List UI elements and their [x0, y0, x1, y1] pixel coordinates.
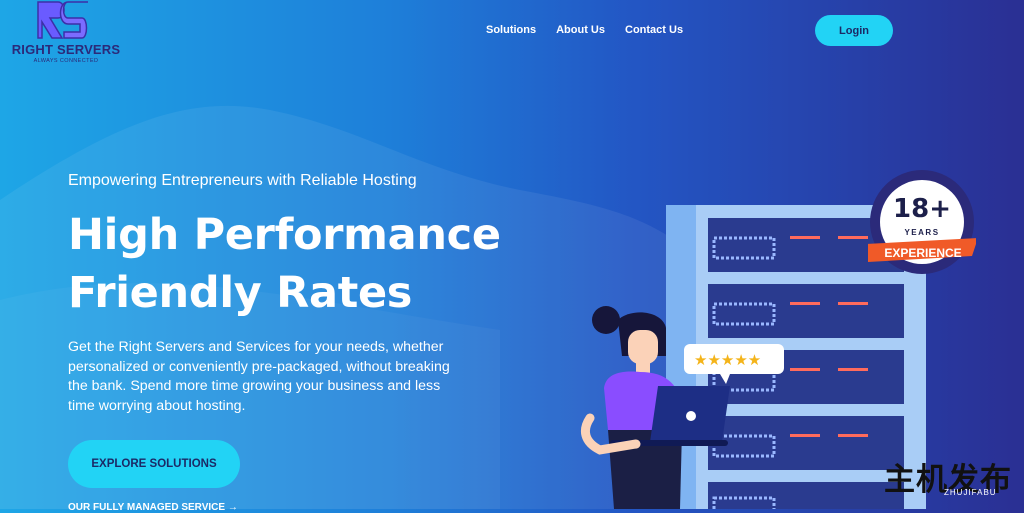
nav-item-contact-us[interactable]: Contact Us — [625, 24, 683, 36]
hero-description: Get the Right Servers and Services for y… — [68, 339, 450, 414]
managed-service-link[interactable]: OUR FULLY MANAGED SERVICE → — [68, 502, 238, 513]
badge-years-number: 18+ — [893, 194, 951, 224]
badge-ribbon-text: EXPERIENCE — [884, 246, 962, 260]
brand-name: RIGHT SERVERS — [11, 42, 121, 57]
explore-solutions-button[interactable]: EXPLORE SOLUTIONS — [68, 440, 240, 488]
main-nav: Solutions About Us Contact Us — [486, 24, 683, 36]
rs-logo-icon — [37, 1, 88, 39]
brand-tagline: ALWAYS CONNECTED — [33, 58, 99, 64]
login-button[interactable]: Login — [815, 15, 893, 46]
hero-title-line-2: Friendly Rates — [68, 268, 413, 318]
hero-title-line-1: High Performance — [68, 210, 501, 260]
hero-kicker: Empowering Entrepreneurs with Reliable H… — [68, 172, 417, 189]
site-watermark: 主机发布 ZHUJIFABU — [884, 454, 1020, 504]
nav-item-solutions[interactable]: Solutions — [486, 24, 536, 36]
hero-title: High Performance Friendly Rates — [68, 206, 501, 322]
svg-text:★★★★★: ★★★★★ — [694, 351, 761, 369]
brand-logo[interactable]: RIGHT SERVERS ALWAYS CONNECTED — [8, 0, 120, 68]
nav-item-about-us[interactable]: About Us — [556, 24, 605, 36]
badge-years-label: YEARS — [904, 228, 940, 237]
watermark-subtext: ZHUJIFABU — [944, 488, 997, 497]
